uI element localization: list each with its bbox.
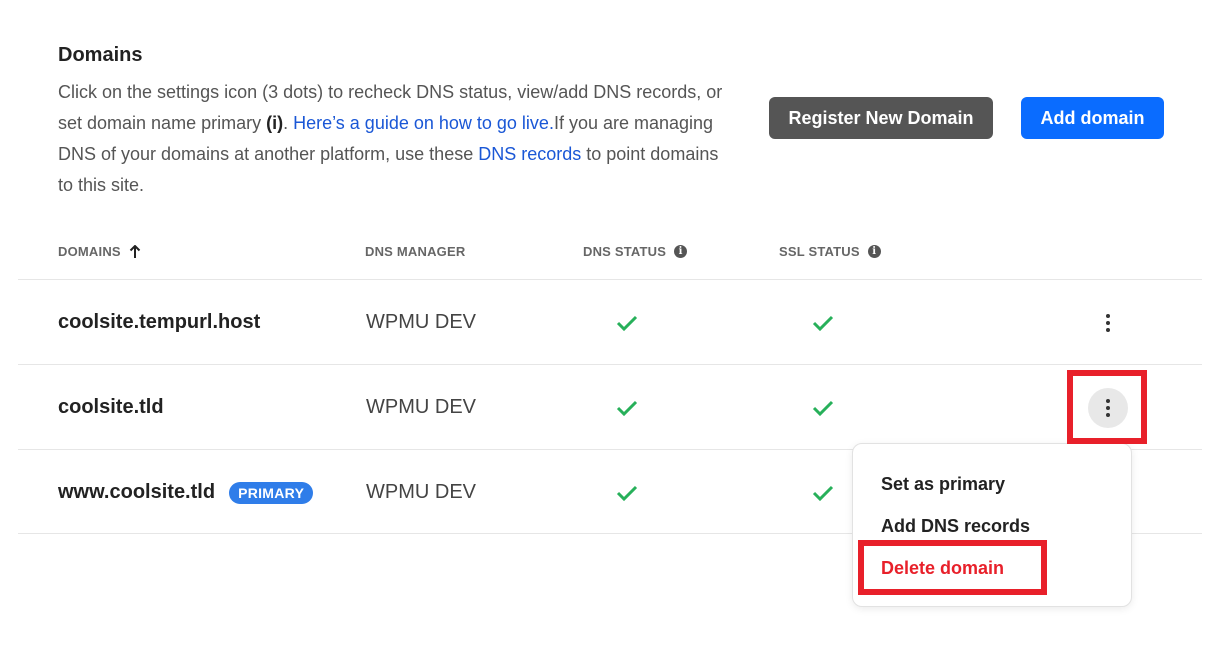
check-icon bbox=[812, 400, 834, 416]
domain-cell: www.coolsite.tld PRIMARY bbox=[58, 450, 314, 535]
column-dns-manager: DNS MANAGER bbox=[365, 244, 466, 259]
dns-status-cell bbox=[616, 365, 638, 450]
highlight-box bbox=[858, 540, 1047, 595]
table-row: coolsite.tempurl.host WPMU DEV bbox=[18, 279, 1202, 364]
check-icon bbox=[616, 400, 638, 416]
table-row: coolsite.tld WPMU DEV bbox=[18, 364, 1202, 449]
table-header: DOMAINS DNS MANAGER DNS STATUS i SSL STA… bbox=[0, 244, 1220, 262]
kebab-menu-icon[interactable] bbox=[1088, 303, 1128, 343]
domain-name: coolsite.tld bbox=[58, 396, 164, 418]
register-new-domain-button[interactable]: Register New Domain bbox=[769, 97, 993, 139]
domains-header: Domains Click on the settings icon (3 do… bbox=[58, 44, 738, 201]
ssl-status-cell bbox=[812, 365, 834, 450]
dns-manager-value: WPMU DEV bbox=[366, 481, 476, 503]
column-ssl-status: SSL STATUS i bbox=[779, 244, 881, 259]
dns-records-link[interactable]: DNS records bbox=[478, 144, 581, 164]
guide-link[interactable]: Here’s a guide on how to go live. bbox=[293, 113, 554, 133]
sort-up-arrow-icon[interactable] bbox=[129, 244, 141, 259]
ssl-status-cell bbox=[812, 450, 834, 535]
page-title: Domains bbox=[58, 44, 143, 66]
dns-status-cell bbox=[616, 280, 638, 365]
primary-badge: PRIMARY bbox=[229, 481, 314, 504]
ssl-status-cell bbox=[812, 280, 834, 365]
add-dns-records-menu-item[interactable]: Add DNS records bbox=[881, 516, 1030, 537]
dns-status-cell bbox=[616, 450, 638, 535]
dns-manager-value: WPMU DEV bbox=[366, 396, 476, 418]
highlight-box bbox=[1067, 370, 1147, 444]
info-icon[interactable]: i bbox=[674, 245, 688, 258]
dns-manager-value: WPMU DEV bbox=[366, 311, 476, 333]
domain-name: coolsite.tempurl.host bbox=[58, 311, 261, 333]
check-icon bbox=[812, 485, 834, 501]
column-dns-status: DNS STATUS i bbox=[583, 244, 688, 259]
info-icon[interactable]: i bbox=[867, 245, 881, 258]
check-icon bbox=[616, 315, 638, 331]
add-domain-button[interactable]: Add domain bbox=[1021, 97, 1164, 139]
column-domains[interactable]: DOMAINS bbox=[58, 244, 141, 259]
check-icon bbox=[812, 315, 834, 331]
check-icon bbox=[616, 485, 638, 501]
set-as-primary-menu-item[interactable]: Set as primary bbox=[881, 474, 1005, 495]
domain-name: www.coolsite.tld bbox=[58, 481, 216, 503]
row-actions bbox=[1088, 280, 1128, 365]
page-description: Click on the settings icon (3 dots) to r… bbox=[58, 82, 723, 195]
